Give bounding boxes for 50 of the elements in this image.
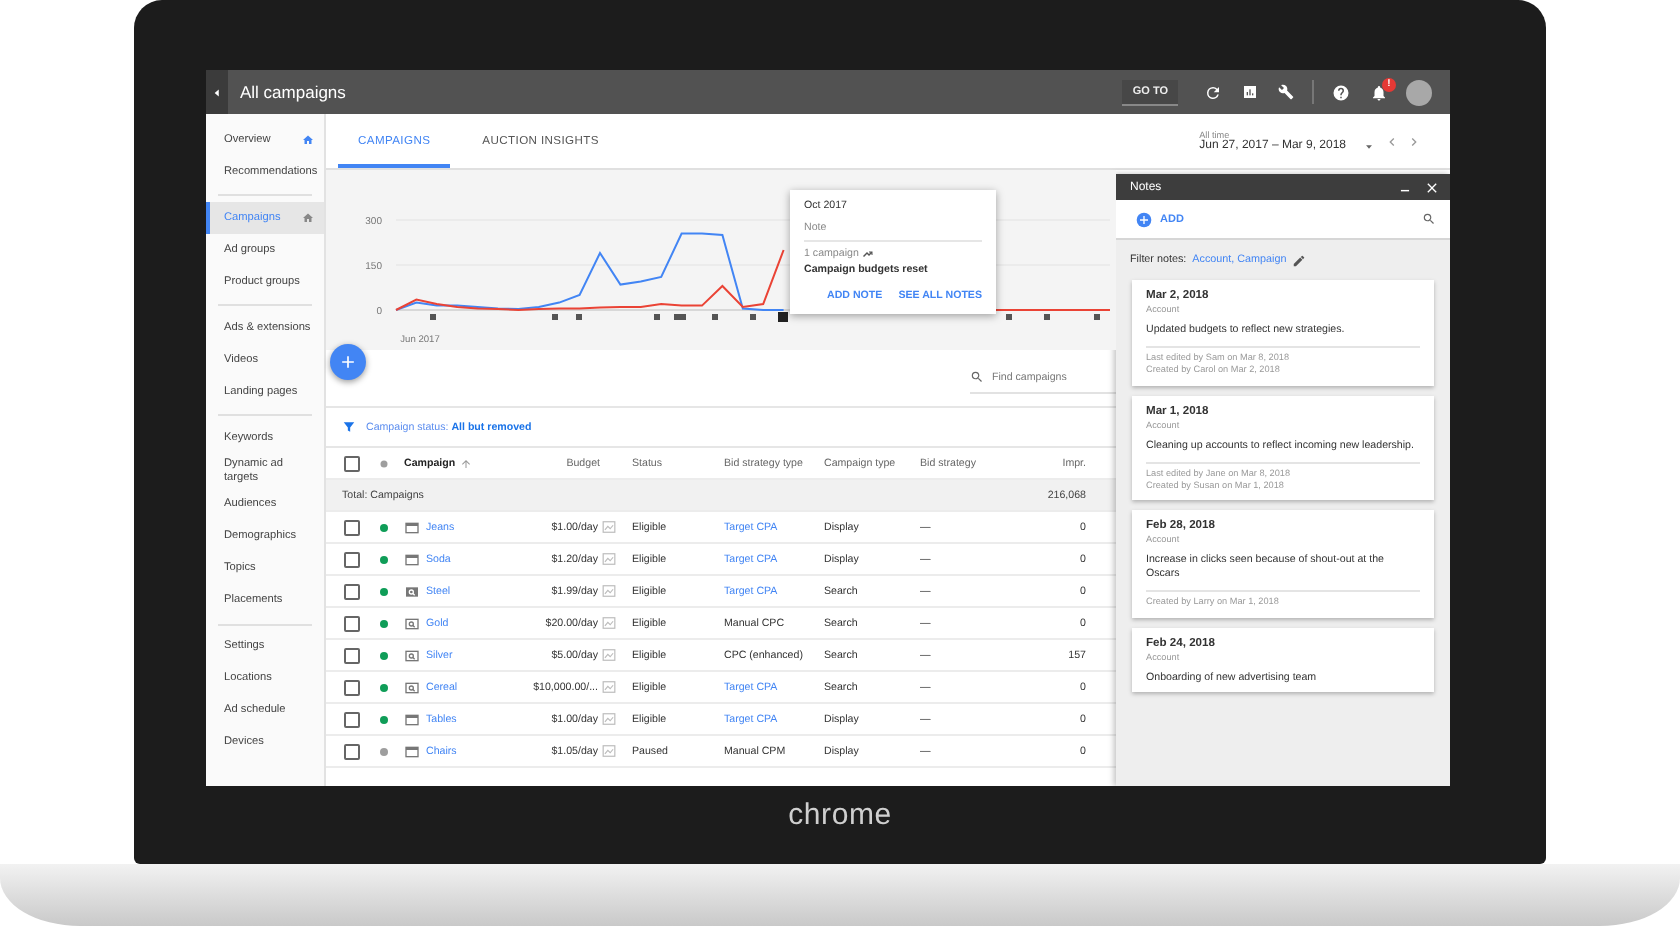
pencil-icon[interactable] [1292,253,1307,267]
chart-thumbnail-icon[interactable] [602,744,616,758]
checkbox[interactable] [344,679,360,695]
chart-thumbnail-icon[interactable] [602,520,616,534]
search-box-icon [404,679,420,695]
checkbox[interactable] [344,583,360,599]
close-button[interactable] [1424,179,1440,195]
plus-circle-icon [1136,211,1152,227]
status-dot-icon [377,457,389,469]
search-icon [970,370,984,384]
report-icon[interactable] [1242,84,1258,100]
chart-thumbnail-icon[interactable] [602,712,616,726]
filter-icon[interactable] [342,420,356,434]
sort-arrow-icon [459,457,472,469]
bell-icon[interactable] [1370,83,1388,101]
window-icon [404,711,420,727]
window-icon [404,519,420,535]
checkbox[interactable] [344,455,360,471]
refresh-icon[interactable] [1204,83,1222,101]
checkbox[interactable] [344,647,360,663]
checkbox[interactable] [344,519,360,535]
chart-thumbnail-icon[interactable] [602,552,616,566]
help-icon[interactable] [1332,83,1350,101]
search-box-icon [404,615,420,631]
page-title: All campaigns [240,82,348,102]
chevron-left-icon[interactable] [1384,133,1400,149]
plus-icon [338,352,358,372]
search-icon[interactable] [1422,212,1436,226]
device-brand: chrome [788,798,892,832]
back-icon [210,85,224,99]
avatar[interactable] [1406,79,1432,105]
close-icon [1424,179,1440,195]
search-box-icon [404,583,420,599]
window-icon [404,743,420,759]
note-markers-drawing[interactable] [430,312,1100,322]
chart-thumbnail-icon[interactable] [602,616,616,630]
checkbox[interactable] [344,743,360,759]
trend-arrow-icon [862,248,875,260]
window-icon [404,551,420,567]
search-box-icon [404,647,420,663]
add-button[interactable] [330,344,366,380]
caret-icon [1362,139,1376,153]
checkbox[interactable] [344,711,360,727]
chevron-right-icon[interactable] [1406,133,1422,149]
wrench-icon[interactable] [1278,84,1294,100]
checkbox[interactable] [344,615,360,631]
chart-thumbnail-icon[interactable] [602,680,616,694]
checkbox[interactable] [344,551,360,567]
chart-thumbnail-icon[interactable] [602,584,616,598]
chart-thumbnail-icon[interactable] [602,648,616,662]
